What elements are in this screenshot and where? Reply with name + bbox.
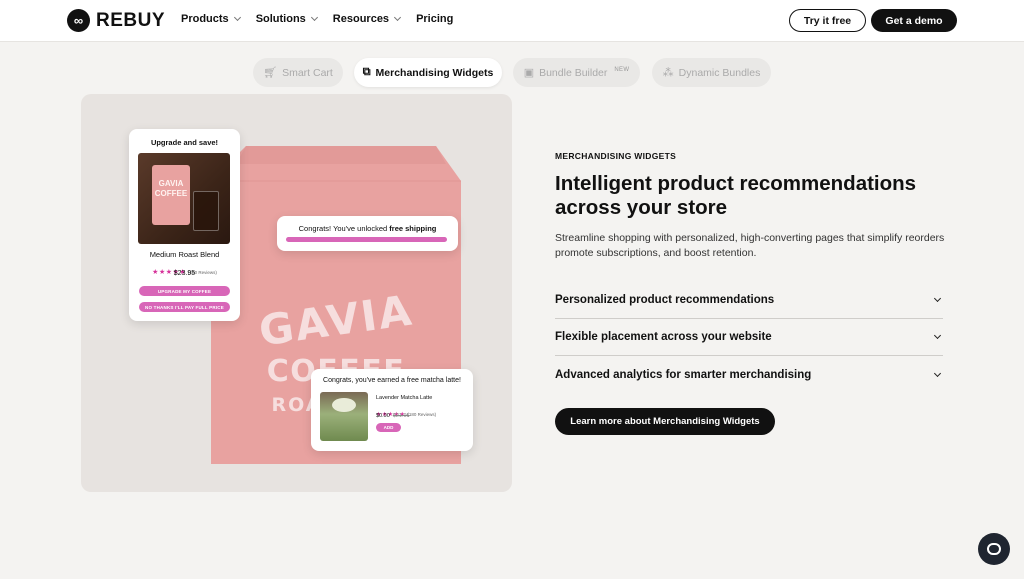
hero-image: GAVIA COFFEE ROASTERS Upgrade and save! …: [81, 94, 512, 492]
tab-label: Dynamic Bundles: [678, 66, 761, 79]
shipping-message-bold: free shipping: [389, 224, 437, 233]
accordion-label: Flexible placement across your website: [555, 331, 772, 343]
box-icon: ▣: [523, 67, 535, 79]
mini-bag-text: COFFEE: [154, 189, 188, 198]
mini-bag-text: GAVIA: [158, 179, 184, 188]
product-price: $23.95: [173, 270, 196, 277]
tab-bundle-builder[interactable]: ▣ Bundle Builder NEW: [513, 58, 640, 87]
chevron-down-icon: [310, 13, 318, 22]
tab-label: Merchandising Widgets: [375, 66, 494, 79]
feature-accordion: Personalized product recommendations Fle…: [555, 282, 943, 393]
nav-products[interactable]: Products: [181, 13, 241, 25]
nav-solutions-label: Solutions: [255, 13, 306, 25]
infinity-logo-icon: ∞: [67, 9, 90, 32]
old-price: $21.95: [392, 413, 410, 419]
new-badge: NEW: [614, 66, 630, 73]
gift-widget-card: Congrats, you've earned a free matcha la…: [311, 369, 473, 451]
chat-icon: [987, 543, 1001, 555]
upsell-widget-card: Upgrade and save! GAVIA COFFEE Medium Ro…: [129, 129, 240, 321]
tab-label: Smart Cart: [282, 66, 333, 79]
chevron-down-icon: [933, 369, 942, 377]
get-demo-button[interactable]: Get a demo: [871, 9, 957, 32]
chevron-down-icon: [394, 13, 402, 22]
learn-more-button[interactable]: Learn more about Merchandising Widgets: [555, 408, 775, 435]
accordion-item-analytics[interactable]: Advanced analytics for smarter merchandi…: [555, 356, 943, 393]
shipping-message: Congrats! You've unlocked free shipping: [277, 224, 458, 233]
nav-resources[interactable]: Resources: [332, 13, 402, 25]
mini-bag: GAVIA COFFEE: [152, 165, 190, 225]
tab-merchandising-widgets[interactable]: ⧉ Merchandising Widgets: [354, 58, 502, 87]
coffee-glass: [193, 191, 219, 231]
tab-label: Bundle Builder: [539, 66, 608, 79]
nav-solutions[interactable]: Solutions: [255, 13, 318, 25]
add-button[interactable]: ADD: [376, 423, 401, 432]
tab-dynamic-bundles[interactable]: ⁂ Dynamic Bundles: [652, 58, 771, 87]
bag-brand-text: GAVIA: [255, 285, 417, 356]
upgrade-button[interactable]: UPGRADE MY COFFEE: [139, 286, 230, 296]
accordion-label: Personalized product recommendations: [555, 294, 775, 306]
gift-product-name: Lavender Matcha Latte: [376, 395, 433, 401]
gift-price: $0.00 $21.95: [376, 413, 410, 419]
accordion-item-recommendations[interactable]: Personalized product recommendations: [555, 282, 943, 319]
matcha-foam: [332, 398, 356, 412]
accordion-item-placement[interactable]: Flexible placement across your website: [555, 319, 943, 356]
chevron-down-icon: [933, 294, 942, 303]
site-header: ∞ REBUY Products Solutions Resources Pri…: [0, 0, 1024, 42]
product-tabs: 🛒︎ Smart Cart ⧉ Merchandising Widgets ▣ …: [0, 58, 1024, 88]
nav-pricing[interactable]: Pricing: [416, 13, 453, 25]
matcha-image: [320, 392, 368, 441]
nav-products-label: Products: [181, 13, 229, 25]
section-headline: Intelligent product recommendations acro…: [555, 172, 917, 219]
tab-smart-cart[interactable]: 🛒︎ Smart Cart: [253, 58, 343, 87]
chevron-down-icon: [933, 331, 942, 340]
section-eyebrow: MERCHANDISING WIDGETS: [555, 151, 677, 161]
review-count: (180 Reviews): [407, 412, 437, 417]
decline-button[interactable]: NO THANKS I'LL PAY FULL PRICE: [139, 302, 230, 312]
accordion-label: Advanced analytics for smarter merchandi…: [555, 368, 812, 381]
logo[interactable]: ∞ REBUY: [67, 9, 165, 32]
gift-title: Congrats, you've earned a free matcha la…: [323, 377, 461, 384]
chat-widget-button[interactable]: [978, 533, 1010, 565]
shipping-progress-card: Congrats! You've unlocked free shipping: [277, 216, 458, 251]
try-free-button[interactable]: Try it free: [789, 9, 866, 32]
shipping-message-prefix: Congrats! You've unlocked: [298, 224, 390, 233]
main-nav: Products Solutions Resources Pricing: [181, 13, 453, 25]
cart-icon: 🛒︎: [263, 67, 278, 79]
section-description: Streamline shopping with personalized, h…: [555, 232, 945, 259]
product-name: Medium Roast Blend: [149, 250, 220, 259]
shipping-progress-bar: [286, 237, 447, 242]
new-price: $0.00: [376, 413, 390, 419]
bundles-icon: ⁂: [662, 67, 674, 79]
widgets-icon: ⧉: [362, 66, 371, 78]
logo-text: REBUY: [96, 9, 166, 31]
nav-resources-label: Resources: [332, 13, 390, 25]
chevron-down-icon: [233, 13, 241, 22]
product-image: GAVIA COFFEE: [138, 153, 230, 244]
upsell-title: Upgrade and save!: [150, 138, 219, 147]
nav-pricing-label: Pricing: [416, 13, 454, 25]
